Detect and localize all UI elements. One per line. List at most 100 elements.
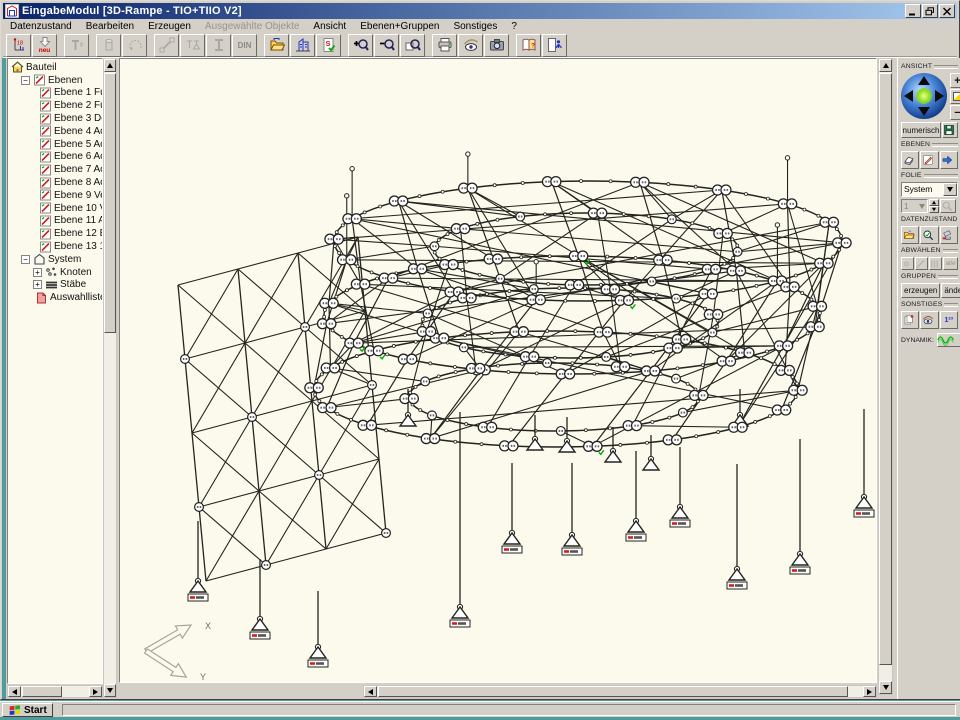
tree-item-ebene-4[interactable]: Ebene 4 Ach	[9, 125, 102, 138]
datenzustand-apply-button[interactable]	[940, 226, 958, 244]
canvas-vscroll-thumb[interactable]	[879, 73, 892, 665]
layer-page-icon	[39, 125, 52, 137]
restore-button[interactable]	[922, 4, 938, 18]
tree-vscroll-thumb[interactable]	[104, 73, 116, 333]
folie-dropdown-value: System	[902, 183, 943, 196]
tree-item-ebene-3[interactable]: Ebene 3 Dec	[9, 112, 102, 125]
menu-erzeugen[interactable]: Erzeugen	[141, 21, 198, 32]
zoom-mode-button[interactable]	[950, 89, 960, 104]
rotate-left-arrow-icon[interactable]	[904, 90, 913, 102]
deselect-node-button	[901, 257, 914, 270]
save-state-button[interactable]: S	[316, 34, 341, 57]
spin-down-button[interactable]	[929, 206, 939, 213]
folie-dropdown[interactable]: System	[901, 182, 958, 197]
print-button[interactable]	[432, 34, 457, 57]
model-viewport[interactable]: X Y	[119, 58, 877, 683]
menu-ansicht[interactable]: Ansicht	[306, 21, 353, 32]
tree-item-staebe[interactable]: +Stäbe	[9, 279, 102, 292]
canvas-scroll-right-button[interactable]	[863, 686, 876, 697]
help-book-button[interactable]: ?	[516, 34, 541, 57]
canvas-hscroll-thumb[interactable]	[378, 686, 848, 697]
save-view-button[interactable]	[942, 122, 958, 138]
tree-item-ebene-7[interactable]: Ebene 7 Ac	[9, 163, 102, 176]
ebene-edit-button[interactable]	[920, 151, 938, 169]
structure-numbers-button[interactable]: 18	[6, 34, 31, 57]
canvas-vertical-scrollbar[interactable]	[878, 58, 893, 695]
collapse-box-icon[interactable]: −	[21, 76, 30, 85]
rotate-up-arrow-icon[interactable]	[918, 76, 930, 85]
gruppen-aendern-button[interactable]: ändern	[941, 283, 960, 298]
copy-pages-button[interactable]	[901, 311, 919, 329]
folie-number-spinner[interactable]	[929, 199, 939, 213]
tree-scroll-down-button[interactable]	[104, 684, 116, 697]
tree-item-bauteil[interactable]: Bauteil	[9, 61, 102, 74]
exit-button[interactable]	[542, 34, 567, 57]
tree-scroll-right-button[interactable]	[89, 686, 102, 697]
tree-item-ebene-11[interactable]: Ebene 11 Aus	[9, 215, 102, 228]
zoom-in-button[interactable]	[348, 34, 373, 57]
spin-up-button[interactable]	[929, 199, 939, 206]
visibility-button[interactable]	[920, 311, 938, 329]
zoom-out-view-button[interactable]: −	[950, 105, 960, 120]
camera-button[interactable]	[484, 34, 509, 57]
menu-sonstiges[interactable]: Sonstiges	[446, 21, 504, 32]
print-icon	[437, 37, 453, 53]
tree-scroll-up-button[interactable]	[104, 59, 116, 72]
tree-item-ebene-12[interactable]: Ebene 12 EG	[9, 227, 102, 240]
dropdown-arrow-icon[interactable]	[943, 183, 957, 196]
canvas-scroll-up-button[interactable]	[879, 59, 892, 72]
tree-item-auswahllisten[interactable]: Auswahllisten	[9, 291, 102, 304]
menu-ebenen+gruppen[interactable]: Ebenen+Gruppen	[353, 21, 446, 32]
view-compass[interactable]	[901, 73, 947, 119]
minimize-button[interactable]	[905, 4, 921, 18]
close-button[interactable]	[939, 4, 955, 18]
expand-box-icon[interactable]: +	[33, 280, 42, 289]
datenzustand-load-button[interactable]	[901, 226, 919, 244]
zoom-out-button[interactable]	[374, 34, 399, 57]
numbering-button[interactable]: 1²³	[940, 311, 958, 329]
ebene-plane-button[interactable]	[901, 151, 919, 169]
canvas-scroll-left-button[interactable]	[364, 686, 377, 697]
tree-item-ebene-10[interactable]: Ebene 10 Ve	[9, 202, 102, 215]
expand-box-icon[interactable]: +	[33, 268, 42, 277]
tree-item-knoten[interactable]: +Knoten	[9, 266, 102, 279]
tree-item-ebene-8[interactable]: Ebene 8 Ach	[9, 176, 102, 189]
bucket-icon	[941, 229, 954, 241]
dynamik-button[interactable]	[937, 333, 960, 347]
tree-item-ebene-2[interactable]: Ebene 2 Fug	[9, 99, 102, 112]
canvas-scroll-down-button[interactable]	[879, 681, 892, 694]
rotate-right-arrow-icon[interactable]	[935, 90, 944, 102]
tree-vertical-scrollbar[interactable]	[103, 58, 117, 698]
building-grid-button[interactable]	[290, 34, 315, 57]
open-folder-button[interactable]	[264, 34, 289, 57]
layer-page-icon	[39, 151, 52, 163]
tree-item-ebene-13[interactable]: Ebene 13 1C	[9, 240, 102, 253]
tree-item-ebene-9[interactable]: Ebene 9 Ve	[9, 189, 102, 202]
gruppen-erzeugen-button[interactable]: erzeugen	[901, 283, 940, 298]
start-button[interactable]: Start	[2, 703, 53, 717]
menu-bearbeiten[interactable]: Bearbeiten	[79, 21, 141, 32]
canvas-horizontal-scrollbar[interactable]	[363, 685, 877, 698]
ebene-goto-button[interactable]	[940, 151, 958, 169]
tree-item-ebene-5[interactable]: Ebene 5 Ach	[9, 138, 102, 151]
menu-help[interactable]: ?	[504, 21, 524, 32]
tree-item-system[interactable]: −System	[9, 253, 102, 266]
tree-item-ebenen[interactable]: −Ebenen	[9, 74, 102, 87]
new-button[interactable]: neu	[32, 34, 57, 57]
view-options-button[interactable]	[458, 34, 483, 57]
zoom-in-view-button[interactable]: +	[950, 73, 960, 88]
tree-scroll-left-button[interactable]	[8, 686, 21, 697]
zoom-window-button[interactable]	[400, 34, 425, 57]
tree-item-ebene-6[interactable]: Ebene 6 Ach	[9, 151, 102, 164]
tree-horizontal-scrollbar[interactable]	[7, 685, 103, 698]
tree-hscroll-thumb[interactable]	[22, 686, 62, 697]
axis-y-label: Y	[200, 672, 206, 681]
numerisch-button[interactable]: numerisch	[901, 122, 941, 138]
tree-item-label: Ebene 3 Dec	[54, 113, 103, 124]
tree-item-ebene-1[interactable]: Ebene 1 Fun	[9, 87, 102, 100]
menu-datenzustand[interactable]: Datenzustand	[3, 21, 79, 32]
datenzustand-check-button[interactable]	[920, 226, 938, 244]
collapse-box-icon[interactable]: −	[21, 255, 30, 264]
rotate-down-arrow-icon[interactable]	[918, 107, 930, 116]
din-label: DIN	[238, 42, 252, 49]
